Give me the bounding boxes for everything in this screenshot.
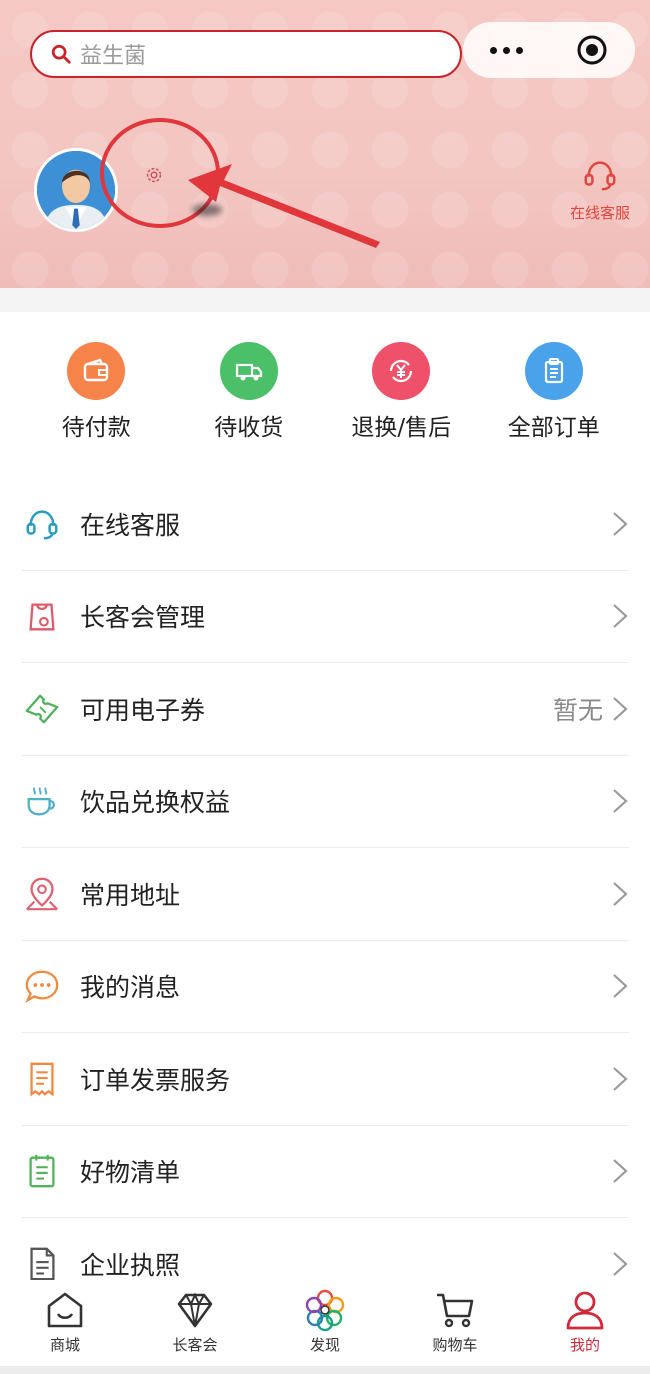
tab-cart[interactable]: 购物车 — [400, 1288, 510, 1355]
online-service-label: 在线客服 — [569, 204, 630, 222]
tab-label: 长客会 — [172, 1336, 218, 1354]
search-placeholder: 益生菌 — [80, 44, 147, 69]
section-divider — [0, 288, 650, 312]
order-shortcuts: 待付款 待收货 退换/售后 全部订单 — [0, 312, 650, 460]
chevron-right-icon — [613, 881, 628, 906]
menu-item-member-management[interactable]: 长客会管理 — [22, 571, 629, 663]
menu-label: 可用电子券 — [80, 695, 206, 725]
clipboard-icon — [524, 342, 583, 400]
home-icon — [47, 1292, 83, 1328]
target-icon — [577, 35, 607, 65]
checklist-icon — [29, 1155, 55, 1188]
menu-item-coupons[interactable]: 可用电子券 暂无 — [22, 663, 629, 756]
tab-label: 我的 — [569, 1336, 600, 1354]
document-icon — [30, 1247, 55, 1281]
order-label: 待收货 — [214, 415, 284, 441]
close-target-button[interactable] — [549, 22, 635, 78]
chevron-right-icon — [613, 1252, 628, 1277]
menu-label: 长客会管理 — [80, 603, 206, 633]
tab-member-club[interactable]: 长客会 — [140, 1288, 250, 1355]
chevron-right-icon — [613, 1066, 628, 1091]
menu-label: 常用地址 — [80, 880, 181, 910]
member-bag-icon — [29, 603, 55, 631]
menu-label: 好物清单 — [80, 1158, 181, 1188]
menu-label: 饮品兑换权益 — [80, 788, 231, 818]
cart-icon — [437, 1293, 474, 1328]
profile-header: 益生菌 在线客服 — [0, 0, 650, 288]
diamond-icon — [177, 1292, 213, 1328]
tab-label: 商城 — [49, 1336, 80, 1354]
search-icon — [51, 44, 71, 64]
headset-icon — [26, 510, 58, 540]
more-options-button[interactable] — [463, 22, 549, 78]
order-label: 待付款 — [61, 415, 131, 441]
wallet-icon — [67, 342, 126, 400]
order-label: 退换/售后 — [351, 415, 452, 441]
ticket-icon — [25, 694, 59, 724]
headset-icon — [584, 161, 616, 191]
order-after-sales[interactable]: 退换/售后 — [336, 342, 466, 460]
menu-list: 在线客服 长客会管理 可用电子券 暂无 饮品兑换权益 常用地址 我的消息 订单发… — [22, 478, 629, 1311]
bottom-tab-bar: 商城 长客会 发现 购物车 我的 — [0, 1280, 650, 1374]
menu-item-addresses[interactable]: 常用地址 — [22, 848, 629, 941]
discover-flower-icon — [305, 1289, 345, 1332]
truck-icon — [219, 342, 278, 400]
tab-label: 发现 — [309, 1336, 340, 1354]
menu-item-online-service[interactable]: 在线客服 — [22, 478, 629, 571]
menu-label: 在线客服 — [80, 510, 181, 540]
chevron-right-icon — [613, 1159, 628, 1184]
coffee-cup-icon — [27, 787, 55, 816]
user-icon — [566, 1291, 604, 1330]
chevron-right-icon — [613, 789, 628, 814]
order-pending-payment[interactable]: 待付款 — [31, 342, 161, 460]
yen-refund-icon — [372, 342, 431, 400]
menu-label: 订单发票服务 — [80, 1065, 231, 1095]
smudge-mark — [192, 204, 222, 216]
chevron-right-icon — [613, 604, 628, 629]
receipt-icon — [30, 1062, 54, 1097]
coupon-count-value: 暂无 — [552, 695, 603, 725]
menu-item-wishlist[interactable]: 好物清单 — [22, 1126, 629, 1218]
mini-program-capsule — [463, 22, 635, 78]
menu-label: 企业执照 — [80, 1251, 181, 1281]
menu-label: 我的消息 — [80, 973, 181, 1003]
chevron-right-icon — [613, 511, 628, 536]
tab-label: 购物车 — [432, 1336, 478, 1354]
chat-bubble-icon — [25, 970, 59, 1004]
tab-mine[interactable]: 我的 — [530, 1288, 640, 1355]
order-pending-delivery[interactable]: 待收货 — [184, 342, 314, 460]
tab-discover[interactable]: 发现 — [270, 1288, 380, 1355]
menu-item-drink-rights[interactable]: 饮品兑换权益 — [22, 756, 629, 848]
location-pin-icon — [26, 877, 58, 910]
online-service-shortcut[interactable]: 在线客服 — [560, 156, 640, 223]
menu-item-invoice[interactable]: 订单发票服务 — [22, 1033, 629, 1126]
menu-item-messages[interactable]: 我的消息 — [22, 941, 629, 1033]
chevron-right-icon — [613, 974, 628, 999]
chevron-right-icon — [613, 696, 628, 721]
order-all[interactable]: 全部订单 — [489, 342, 619, 460]
order-label: 全部订单 — [507, 415, 600, 441]
search-input[interactable]: 益生菌 — [30, 30, 462, 78]
home-indicator-area — [0, 1366, 650, 1374]
tab-mall[interactable]: 商城 — [10, 1288, 120, 1355]
